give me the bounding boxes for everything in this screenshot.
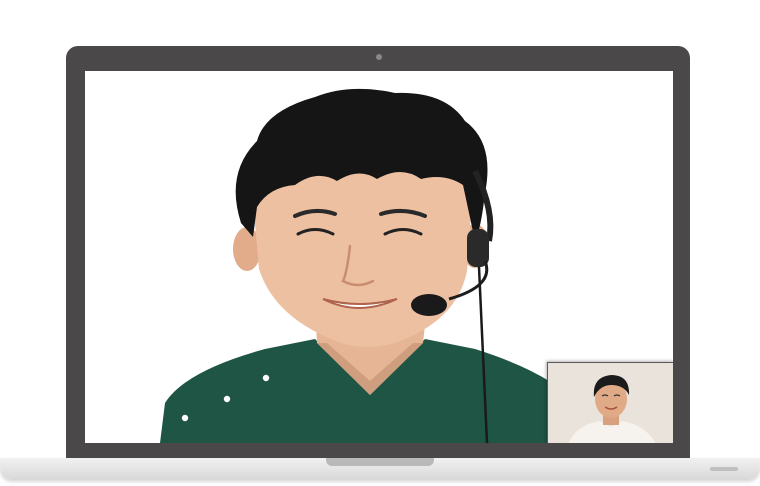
- video-call-screen: [85, 71, 673, 443]
- laptop-base: [0, 458, 760, 480]
- self-view-video[interactable]: [547, 362, 673, 443]
- trackpad-notch: [326, 458, 434, 466]
- base-slot: [710, 467, 738, 471]
- scrubs-snap: [261, 373, 271, 383]
- scrubs-snap: [180, 413, 190, 423]
- headset-microphone-icon: [411, 294, 447, 316]
- webcam-icon: [376, 54, 382, 60]
- self-view-person: [568, 375, 656, 443]
- scrubs-snap: [222, 394, 232, 404]
- remote-participant-video: [160, 88, 593, 443]
